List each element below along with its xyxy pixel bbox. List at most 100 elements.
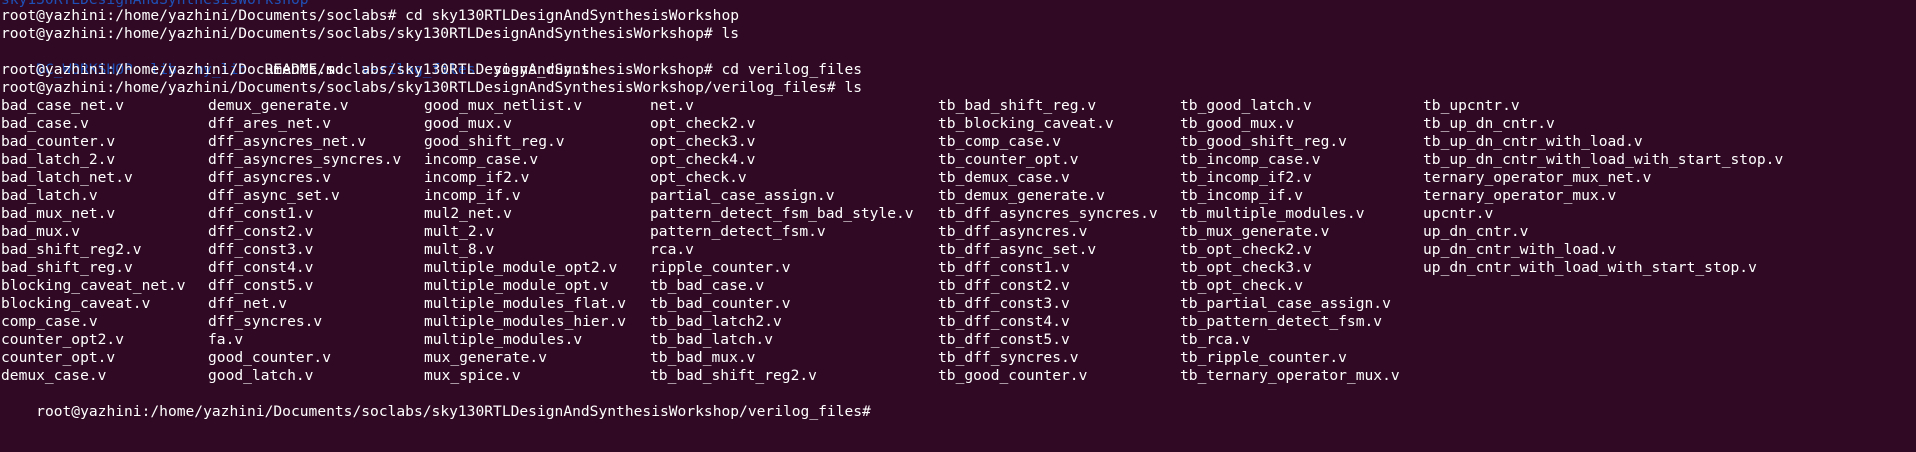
ls-file-entry: mux_spice.v — [424, 367, 521, 384]
ls-file-entry: tb_good_counter.v — [938, 367, 1088, 384]
ls-file-entry: pattern_detect_fsm_bad_style.v — [650, 205, 914, 222]
ls-file-entry: tb_comp_case.v — [938, 133, 1062, 150]
ls-file-entry: tb_up_dn_cntr_with_load_with_start_stop.… — [1423, 151, 1784, 168]
ls-file-entry: opt_check3.v — [650, 133, 756, 150]
ls-file-entry: tb_ripple_counter.v — [1180, 349, 1347, 366]
ls-file-entry: counter_opt.v — [1, 349, 116, 366]
ls-file-entry: tb_counter_opt.v — [938, 151, 1079, 168]
ls-file-entry: good_latch.v — [208, 367, 314, 384]
ls-file-entry: incomp_if.v — [424, 187, 521, 204]
ls-file-entry: demux_generate.v — [208, 97, 349, 114]
ls-file-entry: tb_incomp_if2.v — [1180, 169, 1312, 186]
ls-file-entry: tb_demux_case.v — [938, 169, 1070, 186]
ls-file-entry: dff_syncres.v — [208, 313, 323, 330]
ls-file-entry: upcntr.v — [1423, 205, 1494, 222]
ls-file-entry: counter_opt2.v — [1, 331, 125, 348]
ls-file-entry: multiple_modules.v — [424, 331, 583, 348]
ls-file-entry: tb_good_shift_reg.v — [1180, 133, 1347, 150]
ls-file-entry: dff_asyncres.v — [208, 169, 332, 186]
ls-file-entry: mux_generate.v — [424, 349, 548, 366]
ls-file-entry: comp_case.v — [1, 313, 98, 330]
prompt-line-ls-workshop: root@yazhini:/home/yazhini/Documents/soc… — [1, 25, 740, 42]
ls-file-entry: dff_net.v — [208, 295, 288, 312]
ls-file-entry: tb_dff_asyncres_syncres.v — [938, 205, 1158, 222]
ls-file-entry: tb_good_latch.v — [1180, 97, 1312, 114]
ls-file-entry: dff_ares_net.v — [208, 115, 332, 132]
ls-file-entry: incomp_case.v — [424, 151, 539, 168]
ls-file-entry: tb_bad_shift_reg2.v — [650, 367, 817, 384]
ls-file-entry: tb_opt_check.v — [1180, 277, 1304, 294]
ls-file-entry: tb_dff_const4.v — [938, 313, 1070, 330]
ls-file-entry: opt_check4.v — [650, 151, 756, 168]
ls-file-entry: tb_bad_shift_reg.v — [938, 97, 1097, 114]
current-prompt-line[interactable]: root@yazhini:/home/yazhini/Documents/soc… — [1, 385, 888, 420]
ls-file-entry: tb_up_dn_cntr.v — [1423, 115, 1555, 132]
ls-file-entry: tb_bad_latch2.v — [650, 313, 782, 330]
ls-file-entry: bad_mux.v — [1, 223, 81, 240]
ls-file-entry: bad_counter.v — [1, 133, 116, 150]
ls-file-entry: pattern_detect_fsm.v — [650, 223, 826, 240]
ls-file-entry: tb_bad_counter.v — [650, 295, 791, 312]
ls-file-entry: dff_asyncres_syncres.v — [208, 151, 402, 168]
ls-file-entry: bad_case.v — [1, 115, 89, 132]
ls-file-entry: tb_opt_check3.v — [1180, 259, 1312, 276]
ls-file-entry: incomp_if2.v — [424, 169, 530, 186]
ls-file-entry: partial_case_assign.v — [650, 187, 835, 204]
ls-file-entry: blocking_caveat.v — [1, 295, 151, 312]
ls-file-entry: tb_dff_const5.v — [938, 331, 1070, 348]
ls-file-entry: blocking_caveat_net.v — [1, 277, 186, 294]
ls-file-entry: demux_case.v — [1, 367, 107, 384]
ls-file-entry: tb_demux_generate.v — [938, 187, 1105, 204]
ls-file-entry: tb_incomp_case.v — [1180, 151, 1321, 168]
ls-file-entry: tb_dff_syncres.v — [938, 349, 1079, 366]
ls-file-entry: tb_opt_check2.v — [1180, 241, 1312, 258]
ls-file-entry: multiple_modules_flat.v — [424, 295, 627, 312]
ls-file-entry: tb_upcntr.v — [1423, 97, 1520, 114]
ls-file-entry: multiple_modules_hier.v — [424, 313, 627, 330]
ls-file-entry: tb_ternary_operator_mux.v — [1180, 367, 1400, 384]
prompt-line-cd-workshop: root@yazhini:/home/yazhini/Documents/soc… — [1, 7, 740, 24]
ls-file-entry: bad_latch_2.v — [1, 151, 116, 168]
ls-file-entry: tb_incomp_if.v — [1180, 187, 1304, 204]
ls-file-entry: fa.v — [208, 331, 244, 348]
ls-file-entry: tb_rca.v — [1180, 331, 1251, 348]
ls-file-entry: dff_asyncres_net.v — [208, 133, 367, 150]
ls-file-entry: mul2_net.v — [424, 205, 512, 222]
ls-file-entry: tb_dff_const1.v — [938, 259, 1070, 276]
ls-file-entry: ternary_operator_mux_net.v — [1423, 169, 1652, 186]
ls-file-entry: mult_2.v — [424, 223, 495, 240]
ls-file-entry: bad_case_net.v — [1, 97, 125, 114]
ls-file-entry: opt_check.v — [650, 169, 747, 186]
current-prompt: root@yazhini:/home/yazhini/Documents/soc… — [36, 403, 880, 420]
ls-file-entry: dff_const4.v — [208, 259, 314, 276]
ls-file-entry: up_dn_cntr_with_load.v — [1423, 241, 1617, 258]
ls-file-entry: tb_mux_generate.v — [1180, 223, 1330, 240]
ls-file-entry: dff_const1.v — [208, 205, 314, 222]
ls-file-entry: good_counter.v — [208, 349, 332, 366]
prompt-line-ls-verilog: root@yazhini:/home/yazhini/Documents/soc… — [1, 79, 863, 96]
terminal-window[interactable]: sky130RTLDesignAndSynthesisWorkshop root… — [0, 0, 1916, 452]
ls-file-entry: tb_dff_const3.v — [938, 295, 1070, 312]
ls-file-entry: net.v — [650, 97, 694, 114]
ls-file-entry: rca.v — [650, 241, 694, 258]
ls-file-entry: good_mux.v — [424, 115, 512, 132]
ls-file-entry: tb_dff_asyncres.v — [938, 223, 1088, 240]
ls-file-entry: up_dn_cntr_with_load_with_start_stop.v — [1423, 259, 1757, 276]
ls-file-entry: bad_shift_reg2.v — [1, 241, 142, 258]
ls-output-root: DC_WORKSHOP lib my_lib README.md verilog… — [1, 43, 598, 78]
ls-file-entry: dff_async_set.v — [208, 187, 340, 204]
ls-file-entry: bad_latch_net.v — [1, 169, 133, 186]
ls-file-entry: tb_dff_async_set.v — [938, 241, 1097, 258]
ls-file-entry: tb_bad_mux.v — [650, 349, 756, 366]
ls-file-entry: bad_latch.v — [1, 187, 98, 204]
ls-file-entry: tb_bad_latch.v — [650, 331, 774, 348]
ls-file-entry: good_shift_reg.v — [424, 133, 565, 150]
ls-file-entry: tb_multiple_modules.v — [1180, 205, 1365, 222]
ls-file-entry: tb_blocking_caveat.v — [938, 115, 1114, 132]
ls-file-entry: ternary_operator_mux.v — [1423, 187, 1617, 204]
ls-file-entry: up_dn_cntr.v — [1423, 223, 1529, 240]
ls-file-entry: tb_partial_case_assign.v — [1180, 295, 1391, 312]
ls-file-entry: ripple_counter.v — [650, 259, 791, 276]
ls-file-entry: multiple_module_opt.v — [424, 277, 609, 294]
ls-file-entry: tb_dff_const2.v — [938, 277, 1070, 294]
